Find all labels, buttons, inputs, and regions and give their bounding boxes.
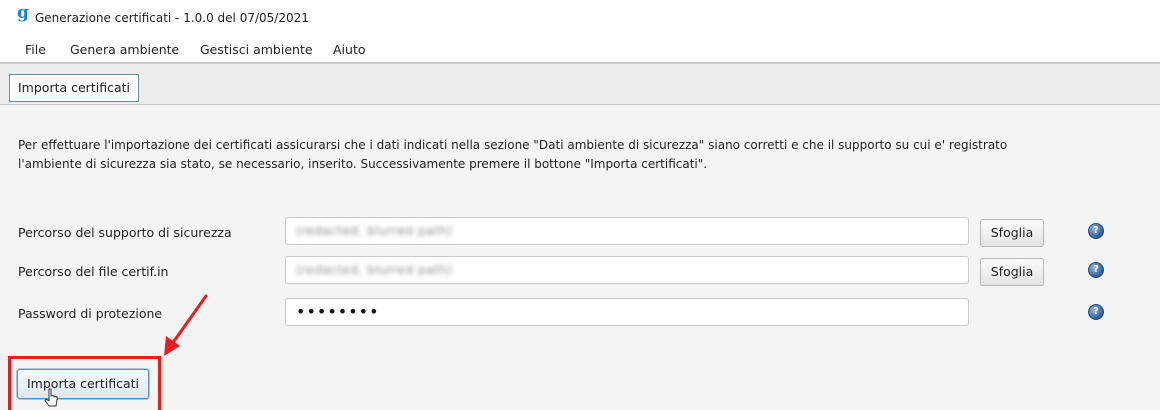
- menu-aiuto[interactable]: Aiuto: [333, 42, 366, 57]
- tab-strip: Importa certificati: [0, 62, 1160, 105]
- title-bar: g Generazione certificati - 1.0.0 del 07…: [0, 0, 1160, 36]
- window-title: Generazione certificati - 1.0.0 del 07/0…: [35, 11, 309, 25]
- protection-password-input[interactable]: ••••••••: [285, 298, 969, 326]
- security-support-path-value: (redacted, blurred path): [296, 224, 453, 238]
- certif-file-path-value: (redacted, blurred path): [296, 263, 453, 277]
- browse-certif-file-button[interactable]: Sfoglia: [980, 258, 1044, 286]
- certif-file-path-label: Percorso del file certif.in: [18, 264, 169, 279]
- browse-security-support-button[interactable]: Sfoglia: [980, 219, 1044, 247]
- protection-password-label: Password di protezione: [18, 306, 163, 321]
- security-support-path-input[interactable]: (redacted, blurred path): [285, 217, 969, 245]
- menu-genera-ambiente[interactable]: Genera ambiente: [70, 42, 179, 57]
- app-logo-icon: g: [17, 3, 29, 23]
- menu-bar: File Genera ambiente Gestisci ambiente A…: [0, 36, 1160, 62]
- menu-file[interactable]: File: [25, 42, 46, 57]
- tab-importa-certificati[interactable]: Importa certificati: [9, 74, 139, 102]
- security-support-path-label: Percorso del supporto di sicurezza: [18, 225, 232, 240]
- help-icon[interactable]: ?: [1088, 223, 1104, 239]
- mouse-cursor-icon: [44, 388, 58, 407]
- password-mask: ••••••••: [296, 302, 380, 321]
- import-certificates-button[interactable]: Importa certificati: [17, 369, 149, 399]
- help-icon[interactable]: ?: [1088, 304, 1104, 320]
- certif-file-path-input[interactable]: (redacted, blurred path): [285, 256, 969, 284]
- help-icon[interactable]: ?: [1088, 262, 1104, 278]
- menu-gestisci-ambiente[interactable]: Gestisci ambiente: [200, 42, 313, 57]
- arrow-annotation: [164, 294, 208, 356]
- instructions-text: Per effettuare l'importazione dei certif…: [18, 138, 1008, 171]
